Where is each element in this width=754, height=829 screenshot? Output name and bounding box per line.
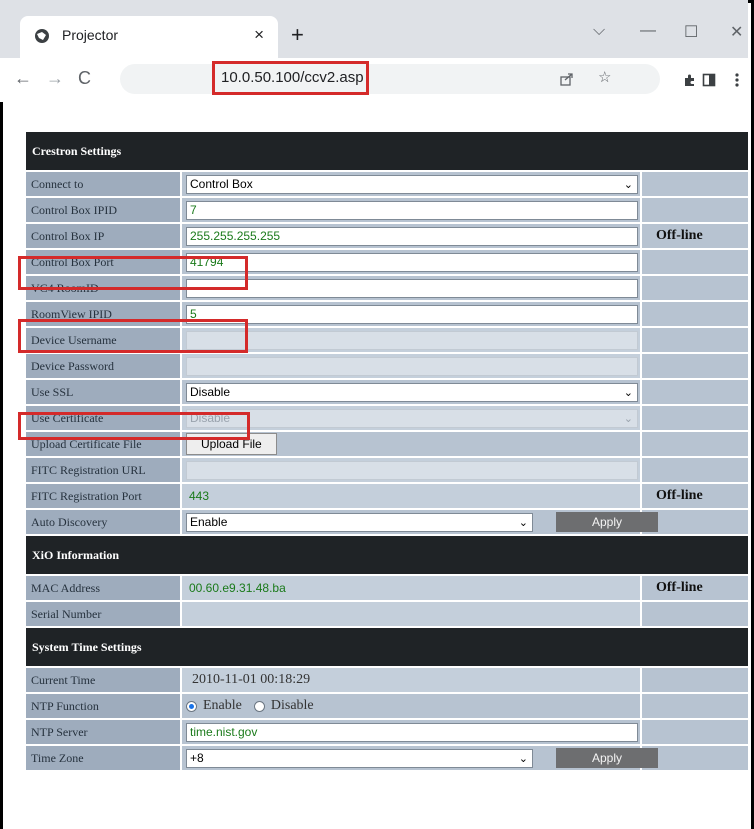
auto-discovery-apply-button[interactable]: Apply	[556, 512, 658, 532]
device-username-input	[186, 330, 638, 350]
section-header-time: System Time Settings	[26, 628, 748, 666]
maximize-button[interactable]: ☐	[684, 22, 698, 42]
chevron-down-icon: ⌄	[518, 516, 528, 529]
auto-discovery-select[interactable]: Enable ⌄	[186, 512, 533, 532]
row-time-zone: Time Zone +8 ⌄ Apply	[26, 746, 748, 770]
minimize-button[interactable]: —	[640, 22, 656, 40]
fitc-port-value: 443	[189, 489, 210, 503]
label-device-password: Device Password	[26, 354, 180, 378]
extensions-icon[interactable]	[683, 73, 697, 87]
row-fitc-url: FITC Registration URL	[26, 458, 748, 482]
chevron-down-icon: ⌄	[518, 752, 528, 765]
control-box-ip-input[interactable]: 255.255.255.255	[186, 226, 638, 246]
ntp-enable-label: Enable	[203, 698, 242, 713]
window-close-button[interactable]: ✕	[730, 22, 743, 42]
status-fitc-port: Off-line	[642, 484, 748, 508]
url-highlight: 10.0.50.100/ccv2.asp	[212, 61, 369, 95]
ntp-disable-label: Disable	[270, 698, 314, 713]
mac-address-value: 00.60.e9.31.48.ba	[189, 581, 286, 595]
label-control-box-ipid: Control Box IPID	[26, 198, 180, 222]
label-fitc-url: FITC Registration URL	[26, 458, 180, 482]
time-zone-select[interactable]: +8 ⌄	[186, 748, 533, 768]
label-mac-address: MAC Address	[26, 576, 180, 600]
back-button[interactable]: ←	[14, 68, 32, 89]
highlight-use-ssl	[18, 412, 250, 440]
row-ntp-function: NTP Function Enable Disable	[26, 694, 748, 718]
ntp-disable-radio[interactable]	[253, 700, 265, 712]
section-header-xio: XiO Information	[26, 536, 748, 574]
chevron-down-icon: ⌄	[623, 178, 633, 191]
forward-button[interactable]: →	[46, 68, 64, 89]
row-use-ssl: Use SSL Disable ⌄	[26, 380, 748, 404]
row-device-password: Device Password	[26, 354, 748, 378]
current-time-value: 2010-11-01 00:18:29	[192, 672, 311, 687]
url-text[interactable]: 10.0.50.100/ccv2.asp	[221, 69, 364, 86]
highlight-roomview-ipid	[18, 319, 248, 353]
settings-page: Crestron Settings Connect to Control Box…	[26, 132, 748, 772]
label-time-zone: Time Zone	[26, 746, 180, 770]
row-control-box-ipid: Control Box IPID 7	[26, 198, 748, 222]
share-icon[interactable]	[560, 72, 574, 86]
label-ntp-server: NTP Server	[26, 720, 180, 744]
roomview-ipid-input[interactable]: 5	[186, 304, 638, 324]
menu-icon[interactable]	[735, 72, 739, 88]
label-control-box-ip: Control Box IP	[26, 224, 180, 248]
new-tab-button[interactable]: +	[291, 24, 304, 46]
row-serial-number: Serial Number	[26, 602, 748, 626]
reload-button[interactable]: C	[78, 68, 91, 89]
status-control-box-ip: Off-line	[642, 224, 748, 248]
row-mac-address: MAC Address 00.60.e9.31.48.ba Off-line	[26, 576, 748, 600]
status-mac-address: Off-line	[642, 576, 748, 600]
label-fitc-port: FITC Registration Port	[26, 484, 180, 508]
ntp-server-input[interactable]: time.nist.gov	[186, 722, 638, 742]
serial-number-value	[186, 605, 638, 624]
label-use-ssl: Use SSL	[26, 380, 180, 404]
address-bar[interactable]: 10.0.50.100/ccv2.asp ☆	[120, 61, 660, 95]
row-fitc-port: FITC Registration Port 443 Off-line	[26, 484, 748, 508]
tab-strip: Projector × + ⌵ — ☐ ✕	[0, 0, 748, 58]
label-connect-to: Connect to	[26, 172, 180, 196]
browser-toolbar: ← → C 10.0.50.100/ccv2.asp ☆	[0, 58, 748, 102]
label-serial-number: Serial Number	[26, 602, 180, 626]
connect-to-select[interactable]: Control Box ⌄	[186, 174, 638, 194]
chevron-down-icon: ⌄	[623, 412, 633, 425]
use-certificate-select: Disable ⌄	[186, 408, 638, 428]
control-box-port-input[interactable]: 41794	[186, 252, 638, 272]
device-password-input	[186, 356, 638, 376]
label-current-time: Current Time	[26, 668, 180, 692]
star-icon[interactable]: ☆	[598, 68, 611, 86]
sidepanel-icon[interactable]	[702, 73, 716, 87]
section-header-crestron: Crestron Settings	[26, 132, 748, 170]
tab-projector[interactable]: Projector ×	[20, 16, 278, 58]
tab-search-icon[interactable]: ⌵	[593, 22, 605, 40]
label-auto-discovery: Auto Discovery	[26, 510, 180, 534]
label-ntp-function: NTP Function	[26, 694, 180, 718]
use-ssl-select[interactable]: Disable ⌄	[186, 382, 638, 402]
close-icon[interactable]: ×	[254, 25, 264, 45]
row-ntp-server: NTP Server time.nist.gov	[26, 720, 748, 744]
fitc-url-input	[186, 460, 638, 480]
row-control-box-ip: Control Box IP 255.255.255.255 Off-line	[26, 224, 748, 248]
row-auto-discovery: Auto Discovery Enable ⌄ Apply	[26, 510, 748, 534]
tab-title: Projector	[62, 27, 119, 43]
globe-icon	[35, 29, 49, 43]
time-zone-apply-button[interactable]: Apply	[556, 748, 658, 768]
vc4-roomid-input[interactable]	[186, 278, 638, 298]
control-box-ipid-input[interactable]: 7	[186, 200, 638, 220]
row-connect-to: Connect to Control Box ⌄	[26, 172, 748, 196]
row-current-time: Current Time 2010-11-01 00:18:29	[26, 668, 748, 692]
chevron-down-icon: ⌄	[623, 386, 633, 399]
highlight-control-box-port	[18, 256, 248, 290]
ntp-enable-radio[interactable]	[186, 700, 197, 712]
